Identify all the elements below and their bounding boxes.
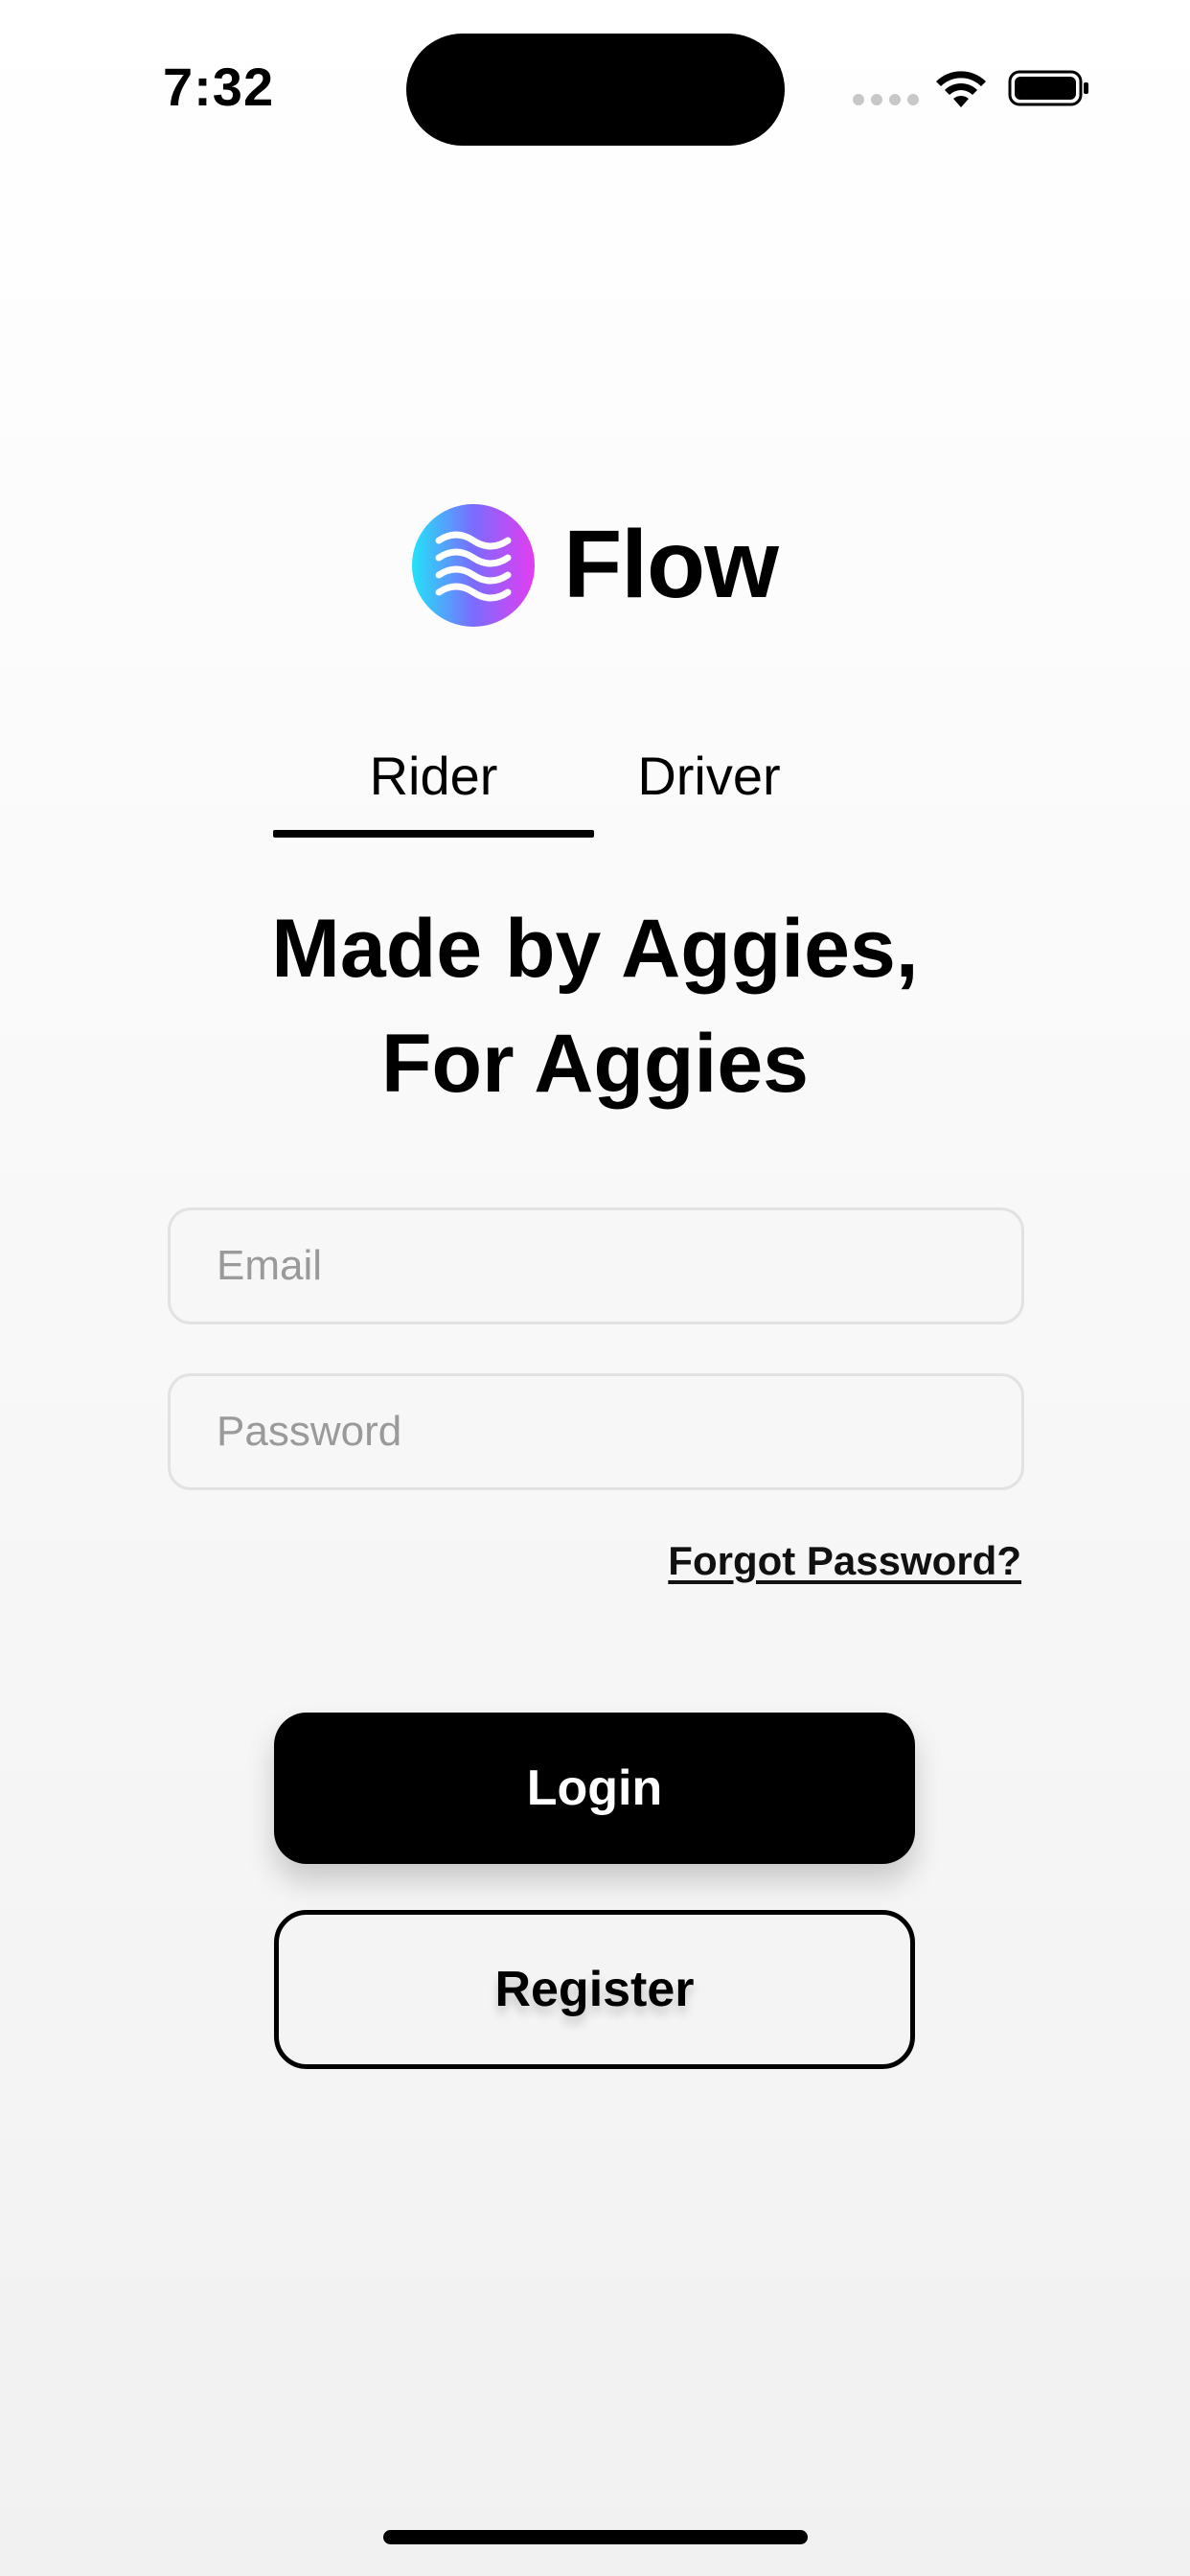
dynamic-island [406,34,785,146]
headline: Made by Aggies, For Aggies [0,891,1190,1121]
role-tabs: Rider Driver [273,728,829,843]
email-field[interactable] [168,1208,1024,1324]
home-indicator[interactable] [383,2530,808,2544]
active-tab-indicator [273,830,594,838]
app-header: Flow [0,500,1190,630]
login-button[interactable]: Login [274,1713,915,1864]
headline-line-1: Made by Aggies, [271,903,919,995]
status-time: 7:32 [163,57,275,117]
battery-icon [1008,70,1088,106]
wifi-icon [936,71,986,107]
app-title: Flow [563,511,779,618]
tab-driver[interactable]: Driver [594,728,824,824]
tab-rider[interactable]: Rider [273,728,594,824]
forgot-password-link[interactable]: Forgot Password? [668,1538,1021,1584]
waves-logo-icon [412,503,536,627]
register-button[interactable]: Register [274,1910,915,2069]
cellular-signal-icon [853,94,919,105]
headline-line-2: For Aggies [381,1018,809,1110]
status-bar: 7:32 [0,0,1190,153]
password-field[interactable] [168,1373,1024,1490]
